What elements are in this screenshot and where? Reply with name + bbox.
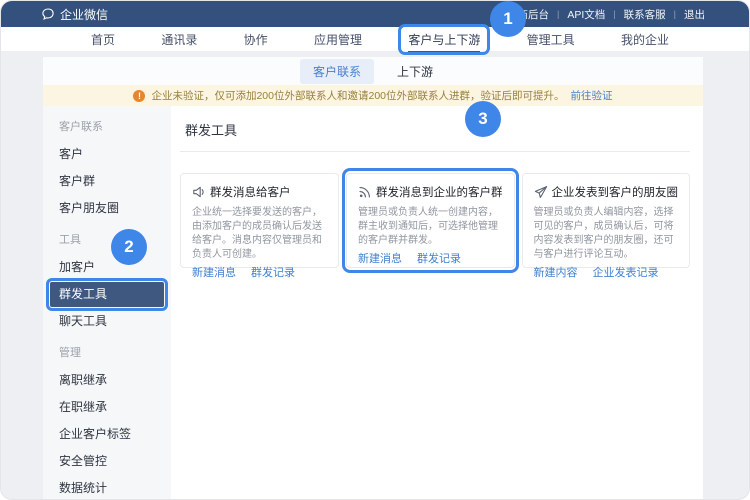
nav-item-app-management[interactable]: 应用管理 — [314, 29, 362, 50]
topbar-link-contact-support[interactable]: 联系客服 — [624, 7, 666, 22]
sidebar-item-bulk-message-tools[interactable]: 群发工具 — [50, 282, 164, 307]
tab-customer-contact[interactable]: 客户联系 — [300, 59, 374, 84]
sidebar-item-data-statistics[interactable]: 数据统计 — [43, 475, 171, 500]
wechat-work-logo-icon — [41, 7, 55, 21]
card-publish-to-customer-moments: 企业发表到客户的朋友圈 管理员或负责人编辑内容，选择可见的客户，成员确认后，可将… — [522, 173, 691, 268]
sidebar-item-chat-tools[interactable]: 聊天工具 — [43, 308, 171, 335]
app-title: 企业微信 — [60, 6, 108, 23]
megaphone-icon — [192, 185, 206, 199]
paper-plane-icon — [534, 185, 548, 199]
topbar-link-logout[interactable]: 退出 — [684, 7, 705, 22]
nav-item-home[interactable]: 首页 — [91, 29, 115, 50]
card-title: 群发消息给客户 — [210, 184, 291, 200]
nav-item-customers-upstream-downstream[interactable]: 客户与上下游 — [408, 29, 480, 50]
tool-cards: 群发消息给客户 企业统一选择要发送的客户，由添加客户的成员确认后发送给客户。消息… — [180, 173, 690, 268]
separator: | — [557, 9, 559, 19]
broadcast-icon — [358, 185, 372, 199]
company-publish-record-link[interactable]: 企业发表记录 — [593, 264, 659, 280]
nav-item-label: 客户与上下游 — [408, 33, 480, 47]
topbar-links: 服务商后台 | API文档 | 联系客服 | 退出 — [497, 7, 705, 22]
verification-banner: ! 企业未验证，仅可添加200位外部联系人和邀请200位外部联系人进群，验证后即… — [43, 85, 703, 106]
sidebar-item-add-customer[interactable]: 加客户 — [43, 254, 171, 281]
app-window: 企业微信 服务商后台 | API文档 | 联系客服 | 退出 首页 通讯录 协作… — [0, 0, 750, 500]
card-description: 企业统一选择要发送的客户，由添加客户的成员确认后发送给客户。消息内容仅管理员和负… — [192, 206, 327, 262]
card-actions: 新建消息 群发记录 — [192, 264, 327, 280]
card-title: 群发消息到企业的客户群 — [376, 184, 503, 200]
topbar: 企业微信 服务商后台 | API文档 | 联系客服 | 退出 — [1, 1, 749, 27]
new-content-link[interactable]: 新建内容 — [534, 264, 578, 280]
card-title-row: 群发消息给客户 — [192, 184, 327, 200]
sidebar-item-customers[interactable]: 客户 — [43, 141, 171, 168]
sidebar-group-tools: 工具 加客户 群发工具 聊天工具 — [43, 227, 171, 335]
sidebar-item-resigned-handover[interactable]: 离职继承 — [43, 367, 171, 394]
card-actions: 新建消息 群发记录 — [358, 250, 503, 266]
sidebar-item-customer-moments[interactable]: 客户朋友圈 — [43, 195, 171, 222]
new-message-link[interactable]: 新建消息 — [358, 250, 402, 266]
sidebar-item-security-control[interactable]: 安全管控 — [43, 448, 171, 475]
sidebar-group-customer-contact: 客户联系 客户 客户群 客户朋友圈 — [43, 114, 171, 222]
annotation-badge-2: 2 — [111, 229, 147, 265]
bulk-record-link[interactable]: 群发记录 — [417, 250, 461, 266]
sidebar-item-customer-groups[interactable]: 客户群 — [43, 168, 171, 195]
card-title-row: 群发消息到企业的客户群 — [358, 184, 503, 200]
subtabs-bar: 客户联系 上下游 — [43, 57, 703, 85]
warning-icon: ! — [133, 90, 145, 102]
tab-upstream-downstream[interactable]: 上下游 — [384, 59, 446, 84]
nav-item-my-company[interactable]: 我的企业 — [621, 29, 669, 50]
content-area: 客户联系 客户 客户群 客户朋友圈 工具 加客户 群发工具 聊天工具 管理 — [43, 106, 703, 500]
new-message-link[interactable]: 新建消息 — [192, 264, 236, 280]
card-description: 管理员或负责人统一创建内容，群主收到通知后，可选择他管理的客户群并群发。 — [358, 206, 503, 248]
card-bulk-message-to-customer-groups: 群发消息到企业的客户群 管理员或负责人统一创建内容，群主收到通知后，可选择他管理… — [346, 173, 515, 268]
page-body: 客户联系 上下游 ! 企业未验证，仅可添加200位外部联系人和邀请200位外部联… — [1, 51, 749, 500]
sidebar-header-tools: 工具 — [43, 227, 171, 254]
separator: | — [674, 9, 676, 19]
sidebar-header-customer-contact: 客户联系 — [43, 114, 171, 141]
separator: | — [613, 9, 615, 19]
card-bulk-message-to-customers: 群发消息给客户 企业统一选择要发送的客户，由添加客户的成员确认后发送给客户。消息… — [180, 173, 339, 268]
brand: 企业微信 — [41, 6, 108, 23]
topbar-link-api-docs[interactable]: API文档 — [567, 7, 605, 22]
card-actions: 新建内容 企业发表记录 — [534, 264, 679, 280]
sidebar-item-customer-tags[interactable]: 企业客户标签 — [43, 421, 171, 448]
page-title: 群发工具 — [180, 116, 690, 151]
annotation-badge-1: 1 — [490, 1, 526, 37]
main-panel: 群发工具 群发消息给客户 — [171, 106, 703, 500]
main-nav: 首页 通讯录 协作 应用管理 客户与上下游 管理工具 我的企业 — [1, 27, 749, 51]
card-description: 管理员或负责人编辑内容，选择可见的客户，成员确认后，可将内容发表到客户的朋友圈，… — [534, 206, 679, 262]
nav-item-collaboration[interactable]: 协作 — [244, 29, 268, 50]
go-verify-link[interactable]: 前往验证 — [571, 88, 613, 103]
sidebar-item-label: 群发工具 — [59, 287, 107, 301]
sidebar-header-management: 管理 — [43, 340, 171, 367]
annotation-badge-3: 3 — [465, 101, 501, 137]
card-title-row: 企业发表到客户的朋友圈 — [534, 184, 679, 200]
banner-text: 企业未验证，仅可添加200位外部联系人和邀请200位外部联系人进群，验证后即可提… — [151, 88, 564, 103]
title-divider — [180, 151, 690, 152]
sidebar: 客户联系 客户 客户群 客户朋友圈 工具 加客户 群发工具 聊天工具 管理 — [43, 106, 171, 500]
bulk-record-link[interactable]: 群发记录 — [251, 264, 295, 280]
sidebar-item-active-handover[interactable]: 在职继承 — [43, 394, 171, 421]
sidebar-group-management: 管理 离职继承 在职继承 企业客户标签 安全管控 数据统计 — [43, 340, 171, 500]
nav-item-contacts[interactable]: 通讯录 — [161, 29, 197, 50]
nav-item-management-tools[interactable]: 管理工具 — [527, 29, 575, 50]
card-title: 企业发表到客户的朋友圈 — [552, 184, 679, 200]
